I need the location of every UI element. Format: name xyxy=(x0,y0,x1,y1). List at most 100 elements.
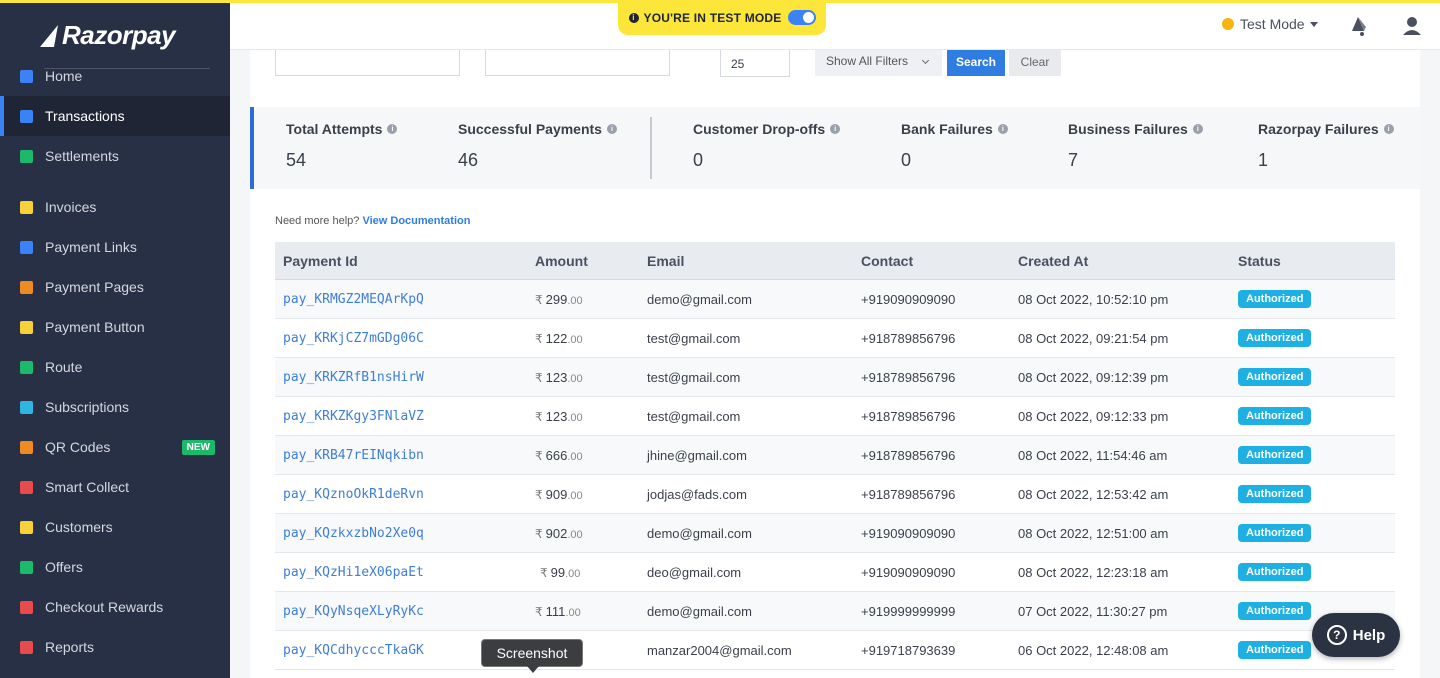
stat-razorpay-failures: Razorpay Failures i 1 xyxy=(1258,121,1394,171)
payment-id-link[interactable]: pay_KQyNsqeXLyRyKc xyxy=(283,604,424,619)
col-status[interactable]: Status xyxy=(1238,253,1395,269)
offers-icon xyxy=(20,560,33,574)
sidebar-item-label: Route xyxy=(45,359,83,375)
info-icon[interactable]: i xyxy=(387,124,398,134)
payment-id-link[interactable]: pay_KRKjCZ7mGDg06C xyxy=(283,331,424,346)
search-button[interactable]: Search xyxy=(947,50,1005,76)
reports-icon xyxy=(20,640,33,654)
payment-id-link[interactable]: pay_KQCdhycccTkaGK xyxy=(283,643,424,658)
sidebar-item-payment-pages[interactable]: Payment Pages xyxy=(0,267,230,307)
announcement-icon[interactable] xyxy=(1348,15,1368,37)
chevron-down-icon xyxy=(921,56,930,65)
view-documentation-link[interactable]: View Documentation xyxy=(362,215,470,227)
amount-value: 123 xyxy=(545,408,568,424)
created-at-cell: 08 Oct 2022, 12:23:18 am xyxy=(1018,564,1169,580)
help-button[interactable]: ? Help xyxy=(1312,613,1400,657)
sidebar-item-route[interactable]: Route xyxy=(0,347,230,387)
sidebar-item-transactions[interactable]: Transactions xyxy=(0,96,230,136)
test-mode-dot-icon xyxy=(1222,18,1234,30)
count-input[interactable]: 25 xyxy=(720,50,790,77)
sidebar-item-payment-button[interactable]: Payment Button xyxy=(0,307,230,347)
sidebar-item-home[interactable]: Home xyxy=(0,56,230,96)
amount-value: 122 xyxy=(545,330,568,346)
status-badge: Authorized xyxy=(1238,485,1312,503)
stat-label: Total Attempts xyxy=(286,121,383,137)
contact-cell: +919999999999 xyxy=(861,603,956,619)
table-row[interactable]: pay_KQzkxzbNo2Xe0q ₹902.00 demo@gmail.com +… xyxy=(275,514,1395,553)
email-cell: test@gmail.com xyxy=(647,408,741,424)
contact-cell: +919090909090 xyxy=(861,291,956,307)
stat-customer-dropoffs: Customer Drop-offs i 0 xyxy=(693,121,841,171)
payment-id-link[interactable]: pay_KRKZKgy3FNlaVZ xyxy=(283,409,424,424)
info-icon[interactable]: i xyxy=(830,124,841,134)
mode-selector[interactable]: Test Mode xyxy=(1222,16,1318,32)
sidebar-item-reports[interactable]: Reports xyxy=(0,627,230,667)
payment-id-link[interactable]: pay_KQznoOkR1deRvn xyxy=(283,487,424,502)
table-row[interactable]: pay_KQznoOkR1deRvn ₹909.00 jodjas@fads.com… xyxy=(275,475,1395,514)
sidebar-item-invoices[interactable]: Invoices xyxy=(0,187,230,227)
payment-id-link[interactable]: pay_KRKZRfB1nsHirW xyxy=(283,370,424,385)
info-icon[interactable]: i xyxy=(606,124,617,134)
sidebar-item-checkout-rewards[interactable]: Checkout Rewards xyxy=(0,587,230,627)
amount-value: 99 xyxy=(550,564,566,580)
table-row[interactable]: pay_KRKjCZ7mGDg06C ₹122.00 test@gmail.com +… xyxy=(275,319,1395,358)
show-all-filters-label: Show All Filters xyxy=(826,54,909,68)
created-at-cell: 08 Oct 2022, 10:52:10 pm xyxy=(1018,291,1169,307)
created-at-cell: 07 Oct 2022, 11:30:27 pm xyxy=(1018,603,1168,619)
clear-button[interactable]: Clear xyxy=(1009,50,1061,76)
sidebar-item-qr-codes[interactable]: QR Codes NEW xyxy=(0,427,230,467)
filter-input-2[interactable] xyxy=(485,50,670,76)
contact-cell: +919718793639 xyxy=(861,642,956,658)
col-payment-id[interactable]: Payment Id xyxy=(275,253,535,269)
col-contact[interactable]: Contact xyxy=(861,253,1018,269)
stat-value: 46 xyxy=(458,150,479,170)
amount-decimal: .00 xyxy=(565,567,581,580)
table-row[interactable]: pay_KRMGZ2MEQArKpQ ₹299.00 demo@gmail.com +… xyxy=(275,280,1395,319)
col-amount[interactable]: Amount xyxy=(535,253,647,269)
amount-decimal: .00 xyxy=(567,450,583,463)
stat-business-failures: Business Failures i 7 xyxy=(1068,121,1203,171)
sidebar-item-offers[interactable]: Offers xyxy=(0,547,230,587)
stat-value: 0 xyxy=(693,150,704,170)
table-row[interactable]: pay_KRKZKgy3FNlaVZ ₹123.00 test@gmail.com +… xyxy=(275,397,1395,436)
test-mode-toggle[interactable] xyxy=(787,10,816,25)
sidebar-item-subscriptions[interactable]: Subscriptions xyxy=(0,387,230,427)
email-cell: deo@gmail.com xyxy=(647,564,742,580)
table-row[interactable]: pay_KRB47rEINqkibn ₹666.00 jhine@gmail.com… xyxy=(275,436,1395,475)
help-icon: ? xyxy=(1326,625,1347,645)
col-created-at[interactable]: Created At xyxy=(1018,253,1238,269)
info-icon[interactable]: i xyxy=(1383,124,1394,134)
settlements-icon xyxy=(20,149,33,163)
table-row[interactable]: pay_KRKZRfB1nsHirW ₹123.00 test@gmail.com +… xyxy=(275,358,1395,397)
table-row[interactable]: pay_KQzHi1eX06paEt ₹99.00 deo@gmail.com +91… xyxy=(275,553,1395,592)
currency-symbol: ₹ xyxy=(535,604,543,619)
help-label: Help xyxy=(1352,626,1386,644)
filter-input-1[interactable] xyxy=(275,50,460,76)
table-row[interactable]: pay_KQCdhycccTkaGK.00manzar2004@gmail.co… xyxy=(275,631,1395,670)
amount-decimal: .00 xyxy=(567,372,583,385)
show-all-filters-button[interactable]: Show All Filters xyxy=(815,50,942,76)
email-cell: demo@gmail.com xyxy=(647,603,752,619)
payment-id-link[interactable]: pay_KRB47rEINqkibn xyxy=(283,448,424,463)
payment-id-link[interactable]: pay_KQzkxzbNo2Xe0q xyxy=(283,526,424,541)
created-at-cell: 06 Oct 2022, 12:48:08 am xyxy=(1018,642,1169,658)
currency-symbol: ₹ xyxy=(535,526,543,541)
sidebar-item-settlements[interactable]: Settlements xyxy=(0,136,230,176)
payment-id-link[interactable]: pay_KRMGZ2MEQArKpQ xyxy=(283,292,424,307)
payment-id-link[interactable]: pay_KQzHi1eX06paEt xyxy=(283,565,424,580)
customers-icon xyxy=(20,520,33,534)
amount-value: 299 xyxy=(545,291,568,307)
sidebar-item-label: Settlements xyxy=(45,148,119,164)
sidebar-item-smart-collect[interactable]: Smart Collect xyxy=(0,467,230,507)
status-badge: Authorized xyxy=(1238,524,1312,542)
user-avatar-icon[interactable] xyxy=(1402,15,1422,37)
info-icon[interactable]: i xyxy=(997,124,1008,134)
status-badge: Authorized xyxy=(1238,368,1312,386)
sidebar-item-customers[interactable]: Customers xyxy=(0,507,230,547)
col-email[interactable]: Email xyxy=(647,253,861,269)
sidebar-item-payment-links[interactable]: Payment Links xyxy=(0,227,230,267)
info-icon[interactable]: i xyxy=(1192,124,1203,134)
table-row[interactable]: pay_KQyNsqeXLyRyKc ₹111.00 demo@gmail.com +… xyxy=(275,592,1395,631)
sidebar-item-label: Reports xyxy=(45,639,95,655)
amount-decimal: .00 xyxy=(567,294,583,307)
